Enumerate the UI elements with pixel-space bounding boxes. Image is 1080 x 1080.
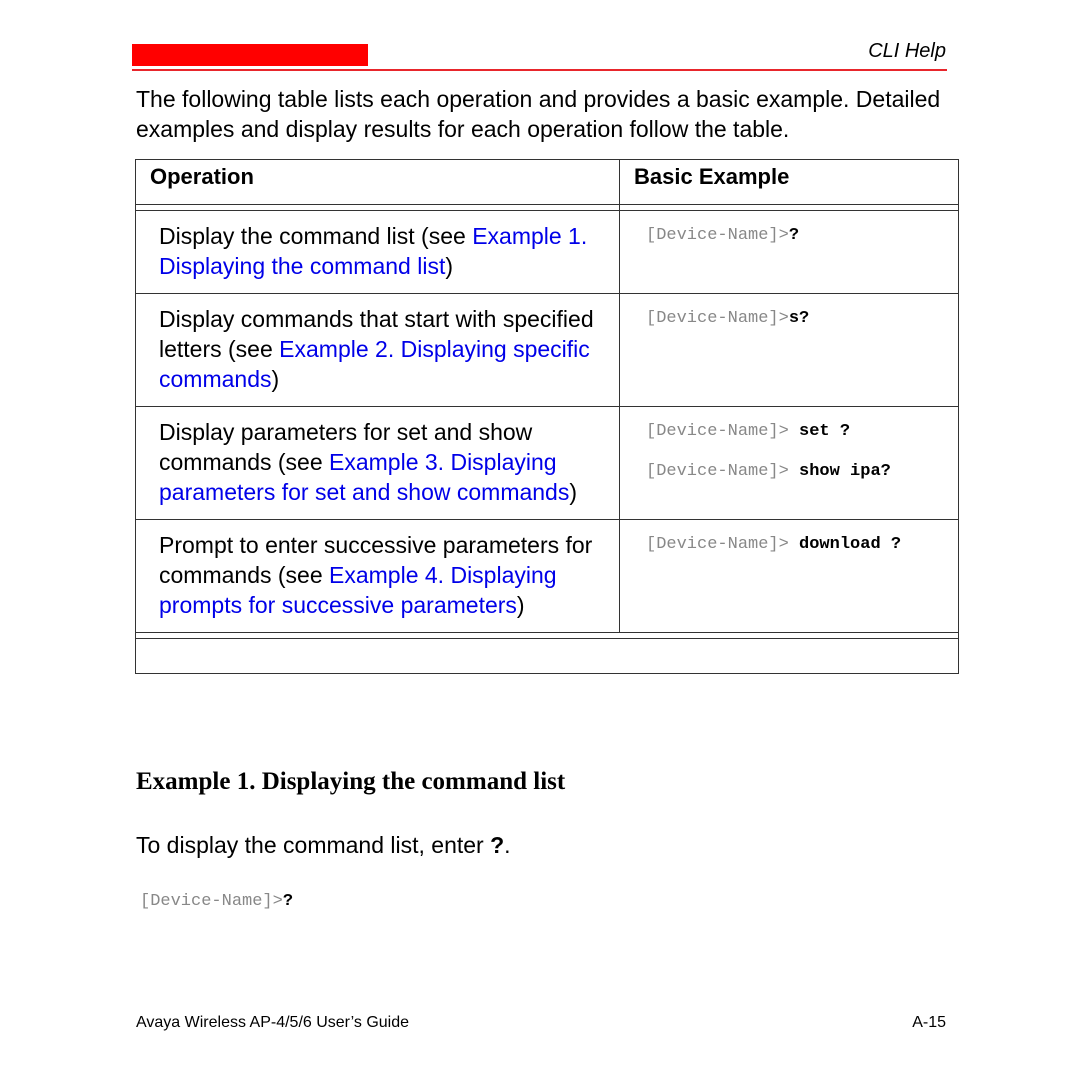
- footer-guide-title: Avaya Wireless AP-4/5/6 User’s Guide: [136, 1014, 410, 1031]
- operation-close: ): [569, 479, 578, 505]
- command-text: show ipa?: [799, 462, 891, 481]
- prompt-text: [Device-Name]>: [140, 892, 283, 911]
- operation-cell: Display the command list (see Example 1.…: [135, 210, 620, 294]
- instruction-paragraph: To display the command list, enter ?.: [136, 832, 511, 859]
- code-example: [Device-Name]>?: [140, 892, 293, 911]
- intro-paragraph: The following table lists each operation…: [136, 86, 941, 142]
- column-header-operation: Operation: [135, 159, 620, 205]
- command-text: set ?: [799, 422, 851, 441]
- operation-cell: Display parameters for set and show comm…: [135, 406, 620, 520]
- command-text: s?: [788, 309, 810, 328]
- instruction-end: .: [504, 832, 511, 858]
- header-red-bar: [132, 44, 368, 66]
- table-row: Display commands that start with specifi…: [135, 293, 959, 407]
- prompt-text: [Device-Name]>: [646, 309, 789, 328]
- instruction-bold: ?: [490, 832, 505, 858]
- command-text: ?: [282, 892, 294, 911]
- footer-page-number: A-15: [912, 1014, 946, 1031]
- operations-table: Operation Basic Example Display the comm…: [135, 159, 959, 674]
- instruction-text: To display the command list, enter: [136, 832, 491, 858]
- example-command: [Device-Name]>?: [646, 223, 946, 249]
- example-cell: [Device-Name]>?: [619, 210, 959, 294]
- prompt-text: [Device-Name]>: [646, 422, 800, 441]
- example-command: [Device-Name]> show ipa?: [646, 459, 906, 485]
- operation-close: ): [445, 253, 454, 279]
- example-cell: [Device-Name]> download ?: [619, 519, 959, 633]
- table-row: Prompt to enter successive parameters fo…: [135, 519, 959, 633]
- prompt-text: [Device-Name]>: [646, 226, 789, 245]
- command-text: download ?: [799, 535, 902, 554]
- operation-close: ): [516, 592, 525, 618]
- header-rule: [132, 69, 947, 71]
- column-header-basic-example: Basic Example: [619, 159, 959, 205]
- example-command: [Device-Name]> download ?: [646, 532, 946, 558]
- prompt-text: [Device-Name]>: [646, 535, 800, 554]
- command-text: ?: [788, 226, 800, 245]
- operation-close: ): [271, 366, 280, 392]
- table-header-row: Operation Basic Example: [135, 159, 959, 205]
- example-cell: [Device-Name]> set ? [Device-Name]> show…: [619, 406, 959, 520]
- operation-cell: Display commands that start with specifi…: [135, 293, 620, 407]
- example-cell: [Device-Name]>s?: [619, 293, 959, 407]
- operation-text: Display the command list (see: [159, 223, 473, 249]
- example-command: [Device-Name]> set ?: [646, 419, 946, 445]
- table-row: Display the command list (see Example 1.…: [135, 210, 959, 294]
- header-title: CLI Help: [868, 40, 946, 62]
- empty-row: [135, 638, 959, 674]
- table-row: Display parameters for set and show comm…: [135, 406, 959, 520]
- example-command: [Device-Name]>s?: [646, 306, 946, 332]
- prompt-text: [Device-Name]>: [646, 462, 800, 481]
- section-heading: Example 1. Displaying the command list: [136, 768, 566, 795]
- operation-cell: Prompt to enter successive parameters fo…: [135, 519, 620, 633]
